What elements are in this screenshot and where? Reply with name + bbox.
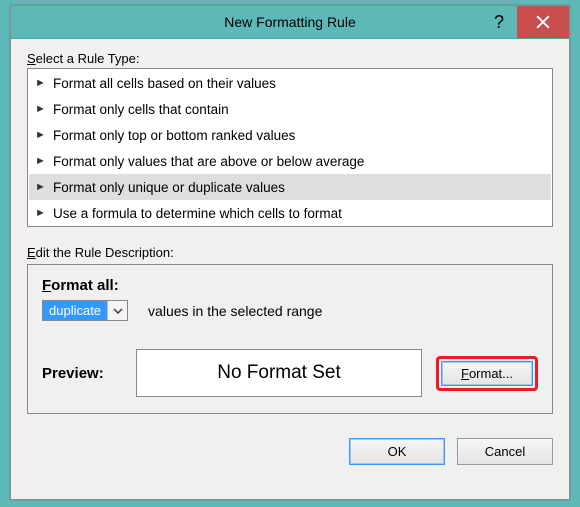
preview-row: Preview: No Format Set Format... [42, 349, 538, 397]
dialog-footer: OK Cancel [11, 426, 569, 479]
duplicate-unique-dropdown[interactable]: duplicate [42, 300, 128, 321]
preview-label: Preview: [42, 365, 122, 382]
rule-item-2[interactable]: ► Format only top or bottom ranked value… [29, 122, 551, 148]
select-rule-type-label: Select a Rule Type: [27, 51, 553, 66]
help-icon[interactable]: ? [481, 6, 517, 38]
format-button-highlight: Format... [436, 356, 538, 391]
rule-item-3[interactable]: ► Format only values that are above or b… [29, 148, 551, 174]
rule-item-5[interactable]: ► Use a formula to determine which cells… [29, 200, 551, 226]
close-button[interactable] [517, 6, 569, 38]
rule-item-4[interactable]: ► Format only unique or duplicate values [29, 174, 551, 200]
format-all-label: Format all: [42, 277, 538, 294]
window-controls: ? [481, 6, 569, 38]
new-formatting-rule-dialog: New Formatting Rule ? Select a Rule Type… [10, 5, 570, 500]
arrow-icon: ► [35, 207, 47, 219]
rule-item-label: Use a formula to determine which cells t… [53, 206, 342, 221]
arrow-icon: ► [35, 155, 47, 167]
format-all-row: duplicate values in the selected range [42, 300, 538, 321]
arrow-icon: ► [35, 129, 47, 141]
suffix-text: values in the selected range [148, 303, 322, 319]
rule-item-label: Format only top or bottom ranked values [53, 128, 295, 143]
dialog-title: New Formatting Rule [224, 14, 356, 30]
rule-item-label: Format only cells that contain [53, 102, 229, 117]
rule-description-panel: Format all: duplicate values in the sele… [27, 264, 553, 414]
rule-type-list[interactable]: ► Format all cells based on their values… [27, 68, 553, 227]
ok-button[interactable]: OK [349, 438, 445, 465]
cancel-button[interactable]: Cancel [457, 438, 553, 465]
arrow-icon: ► [35, 181, 47, 193]
dialog-body: Select a Rule Type: ► Format all cells b… [11, 39, 569, 426]
rule-item-1[interactable]: ► Format only cells that contain [29, 96, 551, 122]
edit-rule-description-label: Edit the Rule Description: [27, 245, 553, 260]
arrow-icon: ► [35, 77, 47, 89]
rule-item-label: Format only values that are above or bel… [53, 154, 364, 169]
rule-item-0[interactable]: ► Format all cells based on their values [29, 70, 551, 96]
preview-box: No Format Set [136, 349, 422, 397]
chevron-down-icon [107, 301, 127, 320]
rule-item-label: Format all cells based on their values [53, 76, 276, 91]
arrow-icon: ► [35, 103, 47, 115]
titlebar: New Formatting Rule ? [11, 6, 569, 39]
close-icon [536, 15, 550, 29]
rule-item-label: Format only unique or duplicate values [53, 180, 285, 195]
dropdown-value: duplicate [43, 301, 107, 320]
format-button[interactable]: Format... [441, 361, 533, 386]
